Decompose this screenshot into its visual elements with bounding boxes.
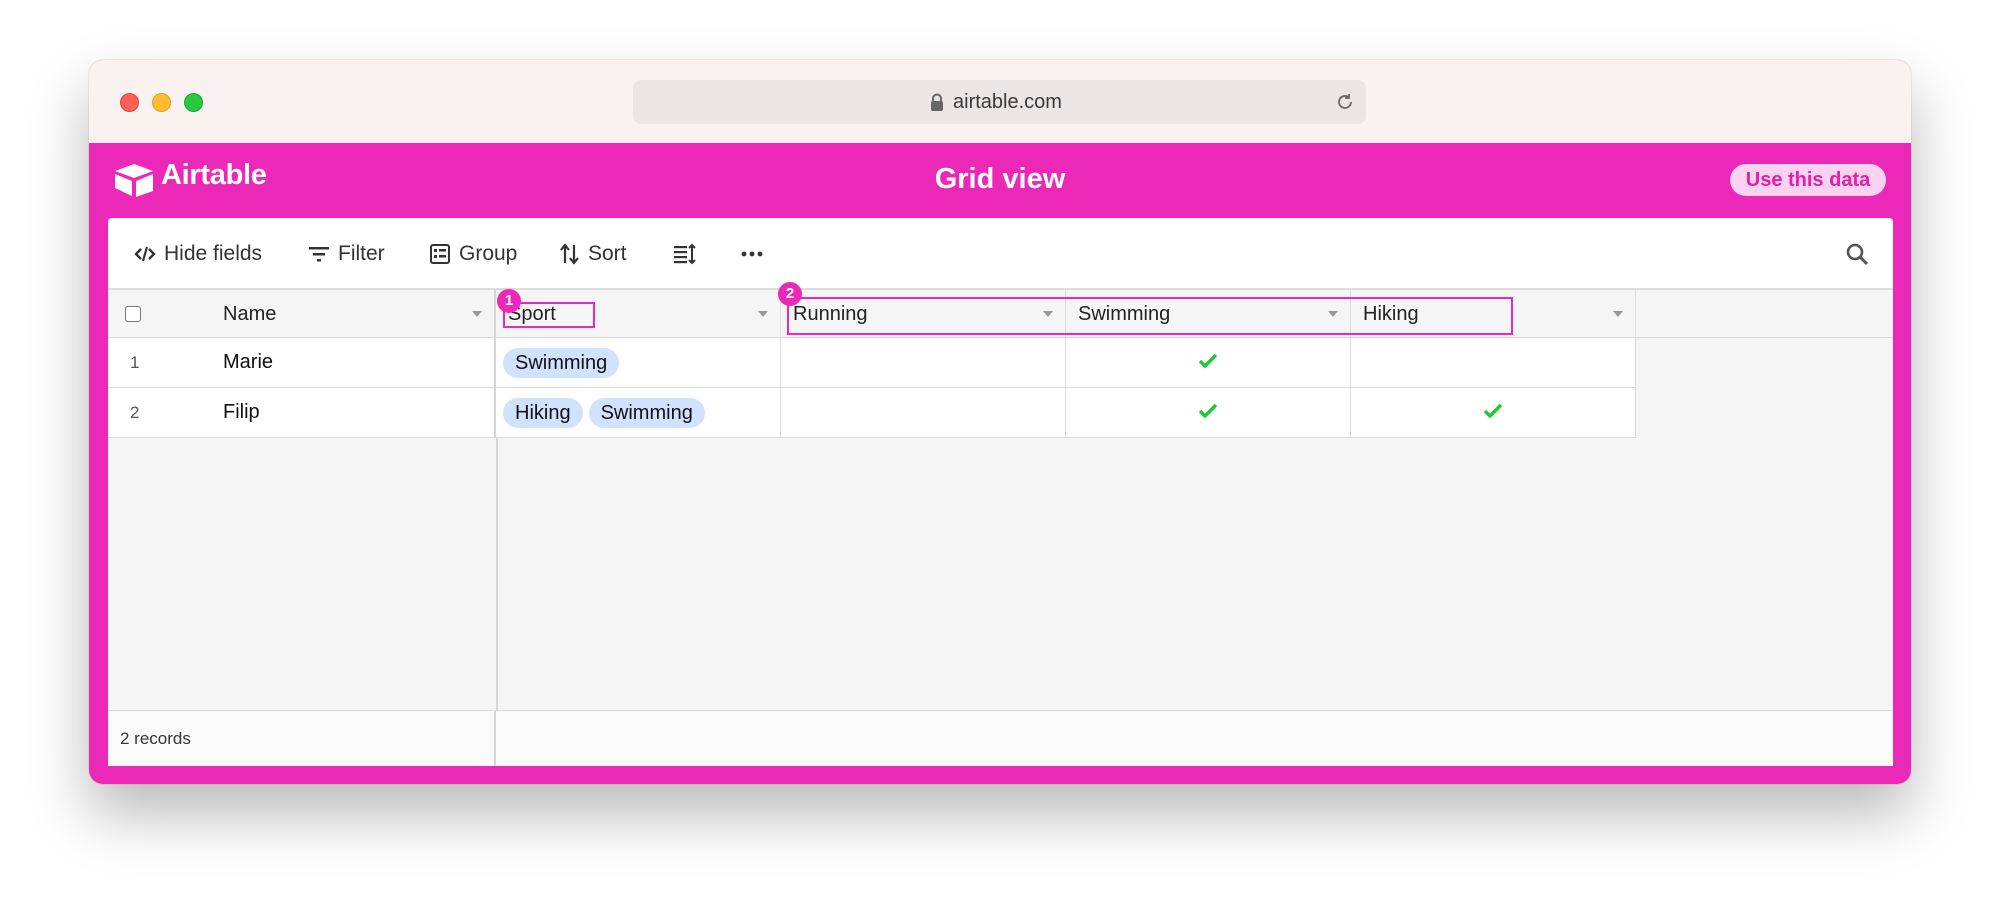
chevron-down-icon[interactable] bbox=[1328, 311, 1338, 317]
group-label: Group bbox=[459, 242, 518, 265]
lock-icon bbox=[931, 93, 943, 111]
checkmark-icon bbox=[1198, 403, 1218, 419]
group-icon bbox=[430, 244, 450, 264]
swimming-cell[interactable] bbox=[1066, 388, 1351, 438]
grid-panel: Hide fields Filter Group Sort Name Sport… bbox=[108, 218, 1893, 766]
select-all-checkbox[interactable] bbox=[125, 306, 141, 322]
address-bar[interactable]: airtable.com bbox=[633, 80, 1366, 124]
data-grid: Name Sport Running Swimming Hiking 1 Mar… bbox=[108, 282, 1893, 766]
filter-icon bbox=[309, 247, 329, 262]
annotation-badge: 2 bbox=[778, 282, 802, 306]
sort-icon bbox=[560, 243, 579, 265]
browser-titlebar: airtable.com bbox=[89, 60, 1911, 143]
hiking-cell[interactable] bbox=[1351, 338, 1636, 388]
table-row[interactable]: 2 Filip Hiking Swimming bbox=[108, 388, 1636, 438]
browser-window: airtable.com Airtable Grid view Use this… bbox=[89, 60, 1911, 784]
header-running[interactable]: Running bbox=[781, 290, 1066, 338]
ellipsis-icon bbox=[741, 251, 763, 257]
record-count: 2 records bbox=[120, 729, 191, 748]
column-header-label: Name bbox=[223, 303, 277, 325]
maximize-window-button[interactable] bbox=[184, 93, 203, 112]
chevron-down-icon[interactable] bbox=[472, 311, 482, 317]
header-swimming[interactable]: Swimming bbox=[1066, 290, 1351, 338]
header-hiking[interactable]: Hiking bbox=[1351, 290, 1636, 338]
tag-pill: Swimming bbox=[503, 348, 620, 378]
search-icon[interactable] bbox=[1845, 242, 1869, 266]
group-button[interactable]: Group bbox=[429, 242, 517, 266]
record-name: Filip bbox=[223, 401, 260, 423]
chevron-down-icon[interactable] bbox=[758, 311, 768, 317]
row-height-button[interactable] bbox=[673, 242, 697, 266]
chevron-down-icon[interactable] bbox=[1613, 311, 1623, 317]
column-header-label: Running bbox=[793, 303, 868, 325]
sort-button[interactable]: Sort bbox=[560, 242, 627, 266]
running-cell[interactable] bbox=[781, 388, 1066, 438]
name-cell[interactable]: 2 Filip bbox=[108, 388, 496, 438]
row-number: 2 bbox=[130, 403, 140, 422]
checkmark-icon bbox=[1483, 403, 1503, 419]
view-toolbar: Hide fields Filter Group Sort bbox=[108, 218, 1893, 290]
chevron-down-icon[interactable] bbox=[1043, 311, 1053, 317]
hide-fields-icon bbox=[134, 246, 156, 262]
column-header-label: Hiking bbox=[1363, 303, 1419, 325]
reload-icon[interactable] bbox=[1334, 91, 1356, 113]
hiking-cell[interactable] bbox=[1351, 388, 1636, 438]
sport-cell[interactable]: Hiking Swimming bbox=[496, 388, 781, 438]
column-header-label: Swimming bbox=[1078, 303, 1171, 325]
url-text: airtable.com bbox=[953, 91, 1062, 113]
app-header: Airtable Grid view Use this data bbox=[89, 143, 1911, 217]
grid-footer: 2 records bbox=[108, 710, 1893, 766]
use-this-data-button[interactable]: Use this data bbox=[1730, 164, 1886, 196]
page-title: Grid view bbox=[934, 163, 1066, 195]
annotation-badge: 1 bbox=[497, 289, 521, 313]
tag-pill: Hiking bbox=[503, 398, 583, 428]
checkmark-icon bbox=[1198, 353, 1218, 369]
minimize-window-button[interactable] bbox=[152, 93, 171, 112]
grid-header: Name Sport Running Swimming Hiking bbox=[108, 290, 1893, 338]
row-height-icon bbox=[674, 243, 696, 265]
close-window-button[interactable] bbox=[120, 93, 139, 112]
name-cell[interactable]: 1 Marie bbox=[108, 338, 496, 388]
hide-fields-label: Hide fields bbox=[164, 242, 263, 265]
running-cell[interactable] bbox=[781, 338, 1066, 388]
sport-cell[interactable]: Swimming bbox=[496, 338, 781, 388]
table-row[interactable]: 1 Marie Swimming bbox=[108, 338, 1636, 388]
tag-pill: Swimming bbox=[588, 398, 705, 428]
swimming-cell[interactable] bbox=[1066, 338, 1351, 388]
header-name[interactable]: Name bbox=[108, 290, 496, 338]
sort-label: Sort bbox=[588, 242, 627, 265]
more-options-button[interactable] bbox=[741, 242, 763, 266]
hide-fields-button[interactable]: Hide fields bbox=[134, 242, 262, 266]
row-number: 1 bbox=[130, 353, 140, 372]
header-sport[interactable]: Sport bbox=[496, 290, 781, 338]
record-name: Marie bbox=[223, 351, 274, 373]
filter-label: Filter bbox=[338, 242, 385, 265]
filter-button[interactable]: Filter bbox=[308, 242, 385, 266]
